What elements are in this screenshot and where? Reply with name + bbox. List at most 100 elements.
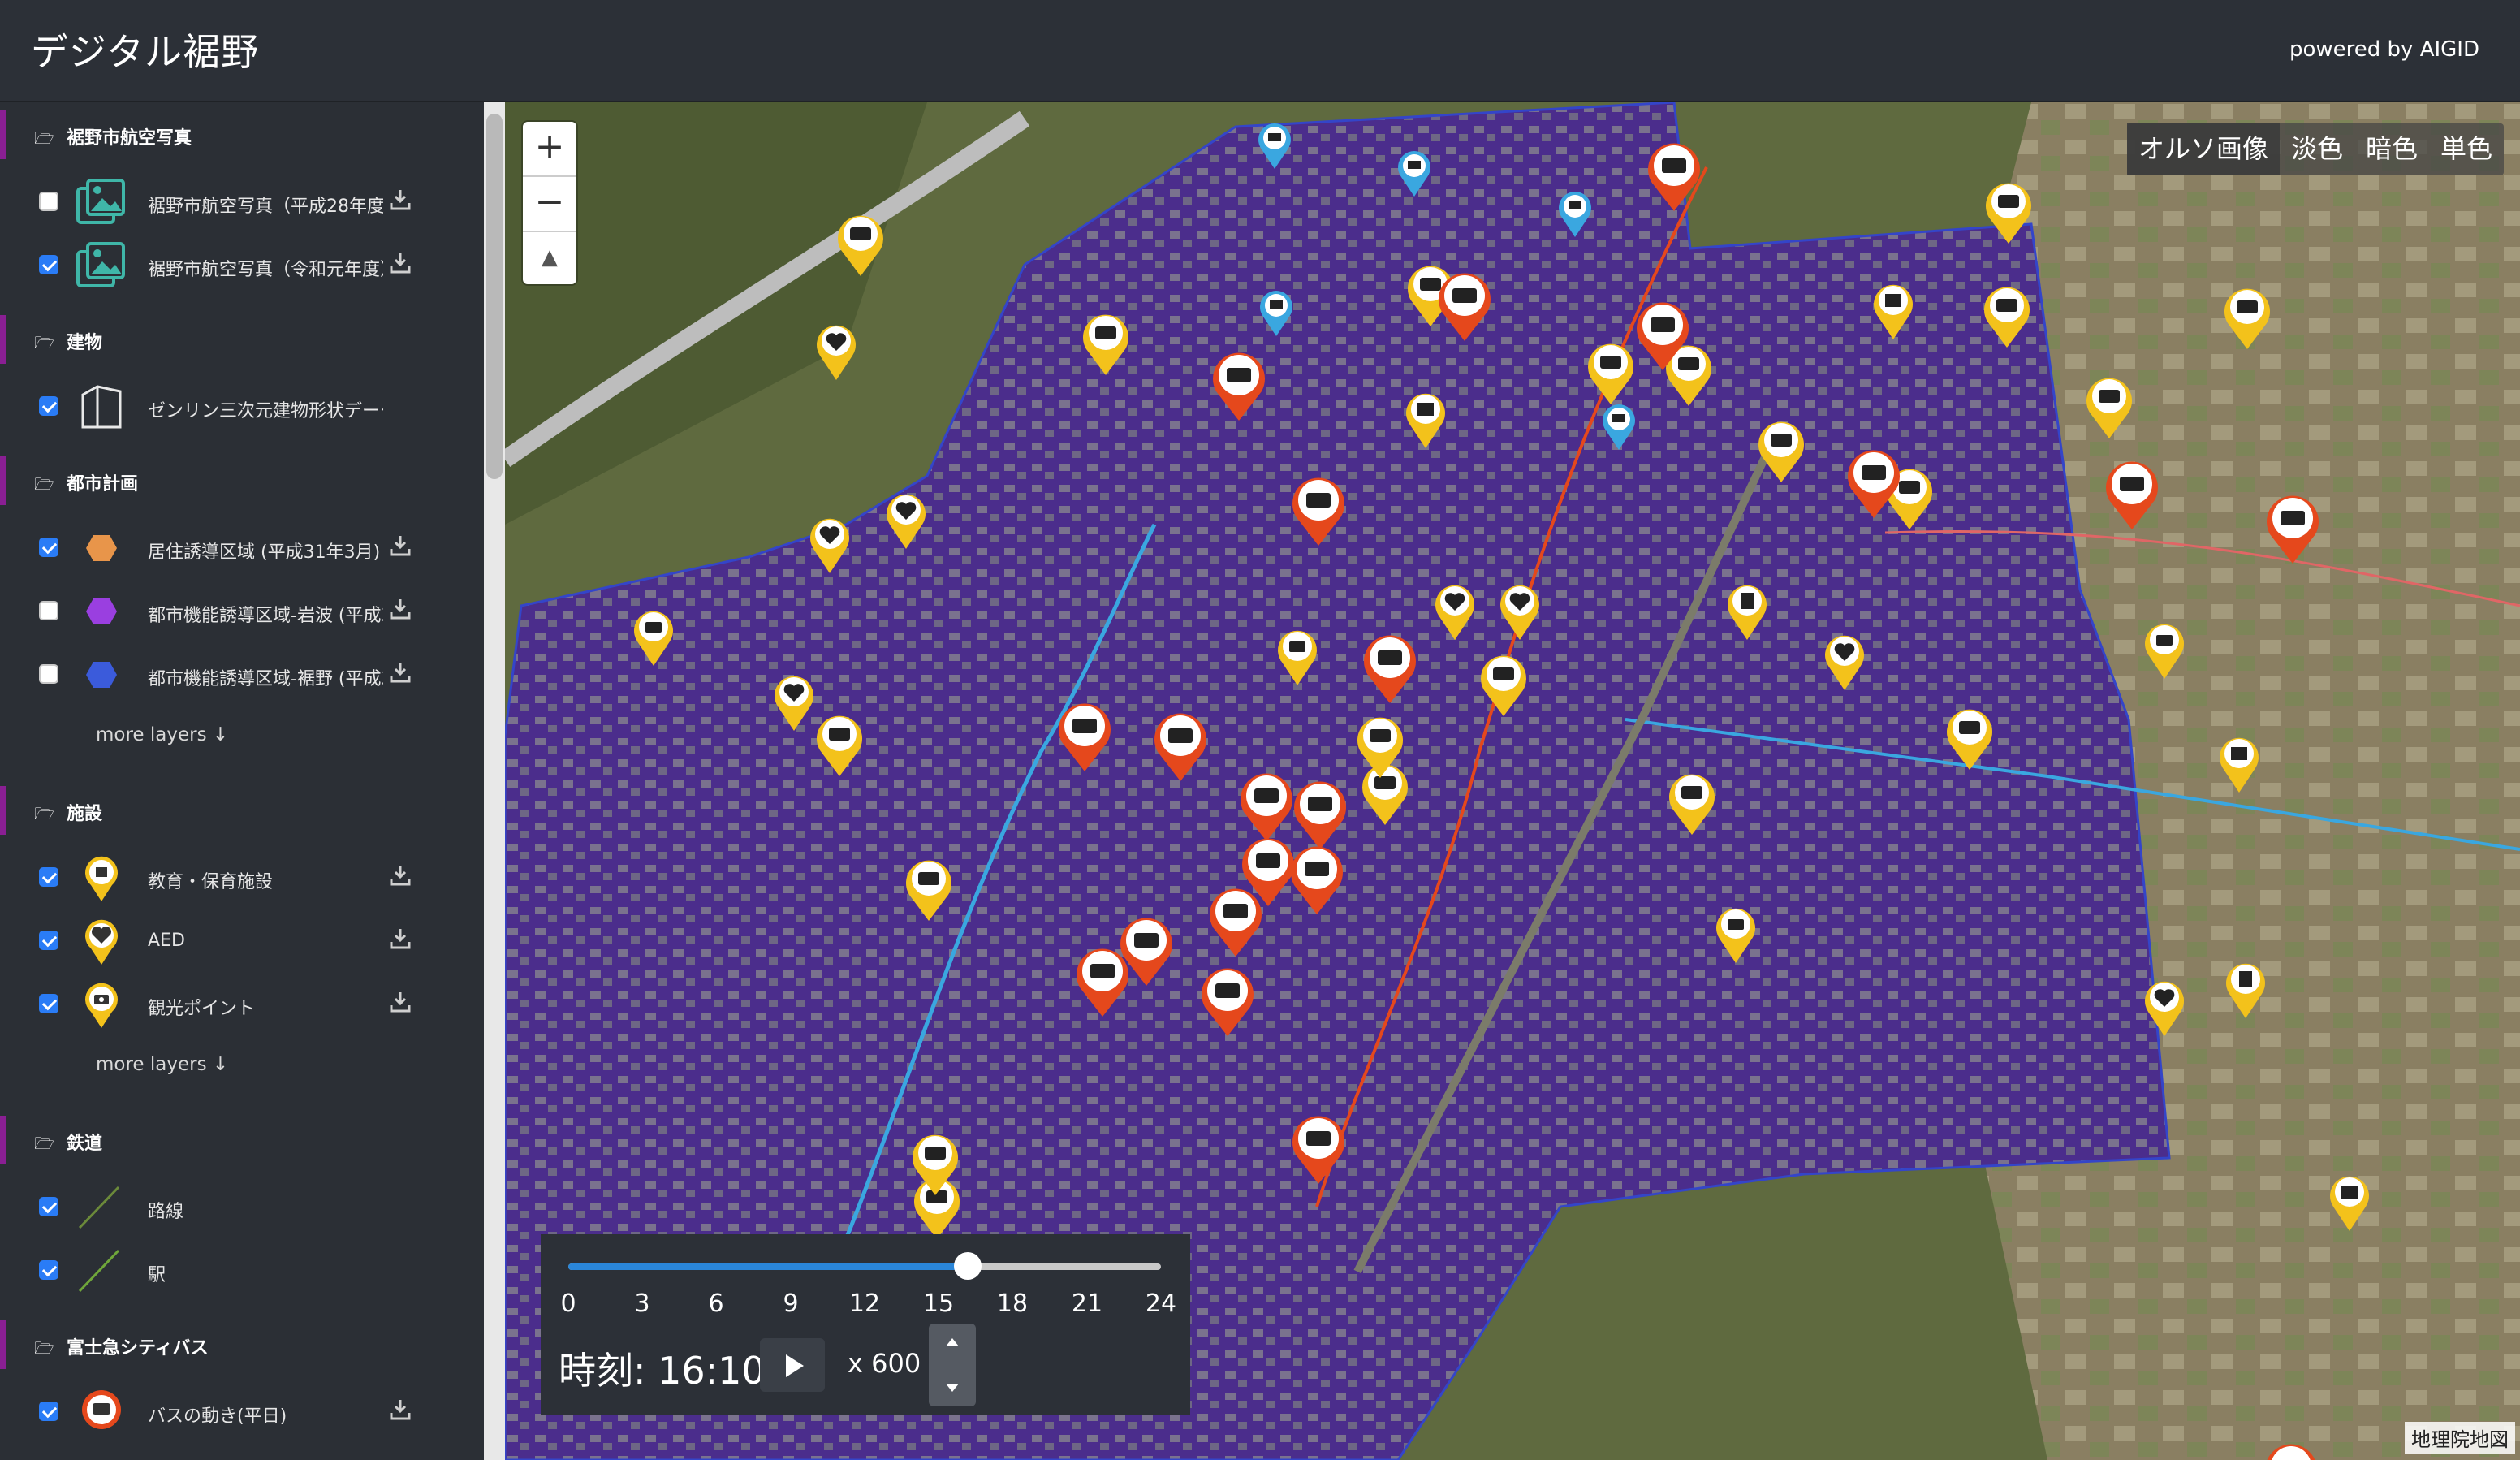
time-slider-fill xyxy=(568,1263,968,1270)
map-attribution[interactable]: 地理院地図 xyxy=(2405,1422,2515,1454)
download-icon[interactable] xyxy=(390,1398,411,1421)
layer-row-education: 教育・保育施設 xyxy=(0,849,455,906)
download-icon[interactable] xyxy=(390,864,411,887)
layer-row-aed: AED xyxy=(0,913,455,970)
download-icon[interactable] xyxy=(390,598,411,620)
play-button[interactable] xyxy=(760,1338,825,1392)
layer-checkbox[interactable] xyxy=(39,1260,58,1280)
layer-row-tourism: 観光ポイント xyxy=(0,976,455,1033)
layer-checkbox[interactable] xyxy=(39,867,58,887)
folder-open-icon: 🗁 xyxy=(34,128,54,148)
image-stack-icon xyxy=(76,242,125,287)
download-icon[interactable] xyxy=(390,991,411,1013)
layer-checkbox[interactable] xyxy=(39,396,58,416)
group-aerial-photo[interactable]: 🗁 裾野市航空写真 xyxy=(0,110,461,159)
basemap-dark-button[interactable]: 暗色 xyxy=(2354,123,2429,175)
basemap-ortho-button[interactable]: オルソ画像 xyxy=(2126,123,2280,175)
compass-reset-button[interactable]: ▲ xyxy=(523,232,576,286)
download-icon[interactable] xyxy=(390,927,411,950)
layer-checkbox[interactable] xyxy=(39,255,58,274)
group-title: 建物 xyxy=(67,333,103,353)
group-title: 施設 xyxy=(67,804,103,824)
current-time-label: 時刻: 16:10 xyxy=(559,1349,766,1393)
layer-checkbox[interactable] xyxy=(39,664,58,684)
app-header: デジタル裾野 powered by AIGID xyxy=(0,0,2520,102)
time-slider-panel: 0 3 6 9 12 15 18 21 24 時刻: 16:10 x 600 xyxy=(541,1234,1190,1415)
layer-label: 裾野市航空写真（令和元年度） xyxy=(148,260,383,280)
aed-pin-icon xyxy=(85,919,118,965)
layer-row-aerial-h28: 裾野市航空写真（平成28年度） xyxy=(0,174,455,231)
hexagon-icon xyxy=(86,598,117,624)
playback-speed-stepper[interactable] xyxy=(929,1324,976,1406)
zoom-in-button[interactable]: + xyxy=(523,122,576,175)
layer-checkbox[interactable] xyxy=(39,192,58,211)
folder-open-icon: 🗁 xyxy=(34,474,54,494)
powered-by-label: powered by AIGID xyxy=(2289,37,2479,62)
layer-label: 都市機能誘導区域-裾野 (平成31年3月) xyxy=(148,669,383,689)
hexagon-icon xyxy=(86,535,117,561)
layer-label: 駅 xyxy=(148,1265,166,1285)
time-slider-thumb[interactable] xyxy=(953,1252,982,1280)
layer-row-bus-weekday: バスの動き(平日) xyxy=(0,1384,455,1441)
layer-label: 教育・保育施設 xyxy=(148,872,274,892)
layer-label: 路線 xyxy=(148,1202,184,1222)
group-city-planning[interactable]: 🗁 都市計画 xyxy=(0,456,461,505)
folder-open-icon: 🗁 xyxy=(34,804,54,823)
time-tick-label: 6 xyxy=(708,1289,724,1318)
folder-open-icon: 🗁 xyxy=(34,333,54,352)
layer-row-iwanami-zone: 都市機能誘導区域-岩波 (平成31年3月) xyxy=(0,583,455,640)
group-title: 都市計画 xyxy=(67,474,139,495)
layer-checkbox[interactable] xyxy=(39,601,58,620)
layer-checkbox[interactable] xyxy=(39,1402,58,1421)
layer-checkbox[interactable] xyxy=(39,1197,58,1216)
camera-pin-icon xyxy=(85,983,118,1028)
sidebar-scrollbar-thumb[interactable] xyxy=(486,114,503,479)
playback-speed-label: x 600 xyxy=(848,1348,921,1379)
download-icon[interactable] xyxy=(390,188,411,211)
group-facilities[interactable]: 🗁 施設 xyxy=(0,786,461,835)
group-title: 裾野市航空写真 xyxy=(67,128,192,149)
basemap-mono-button[interactable]: 単色 xyxy=(2429,123,2504,175)
layer-row-rail-station: 駅 xyxy=(0,1242,455,1299)
download-icon[interactable] xyxy=(390,661,411,684)
layer-row-rail-line: 路線 xyxy=(0,1179,455,1236)
layer-row-susono-zone: 都市機能誘導区域-裾野 (平成31年3月) xyxy=(0,646,455,703)
more-layers-link[interactable]: more layers ↓ xyxy=(96,724,228,745)
group-title: 鉄道 xyxy=(67,1134,103,1154)
time-tick-label: 21 xyxy=(1071,1289,1103,1318)
layer-label: AED xyxy=(148,931,185,951)
layer-label: 都市機能誘導区域-岩波 (平成31年3月) xyxy=(148,606,383,626)
app-title: デジタル裾野 xyxy=(31,30,260,74)
group-buildings[interactable]: 🗁 建物 xyxy=(0,315,461,364)
download-icon[interactable] xyxy=(390,534,411,557)
layer-checkbox[interactable] xyxy=(39,538,58,557)
time-tick-label: 0 xyxy=(560,1289,576,1318)
basemap-pale-button[interactable]: 淡色 xyxy=(2280,123,2354,175)
line-icon xyxy=(78,1249,120,1293)
time-tick-label: 3 xyxy=(634,1289,650,1318)
time-tick-label: 9 xyxy=(783,1289,799,1318)
time-tick-label: 15 xyxy=(922,1289,955,1318)
group-railway[interactable]: 🗁 鉄道 xyxy=(0,1116,461,1164)
layer-row-residential-zone: 居住誘導区域 (平成31年3月) xyxy=(0,520,455,577)
layer-label: バスの動き(平日) xyxy=(148,1406,287,1427)
bus-circle-icon xyxy=(82,1390,121,1429)
layer-row-aerial-r1: 裾野市航空写真（令和元年度） xyxy=(0,237,455,294)
line-icon xyxy=(78,1186,120,1229)
folder-open-icon: 🗁 xyxy=(34,1134,54,1153)
zoom-out-button[interactable]: − xyxy=(523,177,576,231)
layer-sidebar: 🗁 裾野市航空写真 裾野市航空写真（平成28年度） 裾野市航空写真（令和元年度）… xyxy=(0,102,484,1460)
layer-checkbox[interactable] xyxy=(39,994,58,1013)
layer-row-zenrin-3d: ゼンリン三次元建物形状データ xyxy=(0,378,455,435)
group-city-bus[interactable]: 🗁 富士急シティバス xyxy=(0,1320,461,1369)
map-zoom-control: + − ▲ xyxy=(523,122,576,284)
layer-label: 裾野市航空写真（平成28年度） xyxy=(148,197,383,217)
image-stack-icon xyxy=(76,179,125,224)
layer-checkbox[interactable] xyxy=(39,931,58,950)
time-tick-label: 12 xyxy=(848,1289,881,1318)
folder-open-icon: 🗁 xyxy=(34,1338,54,1358)
more-layers-link[interactable]: more layers ↓ xyxy=(96,1054,228,1075)
time-tick-label: 24 xyxy=(1145,1289,1177,1318)
download-icon[interactable] xyxy=(390,252,411,274)
building-outline-icon xyxy=(81,385,122,429)
